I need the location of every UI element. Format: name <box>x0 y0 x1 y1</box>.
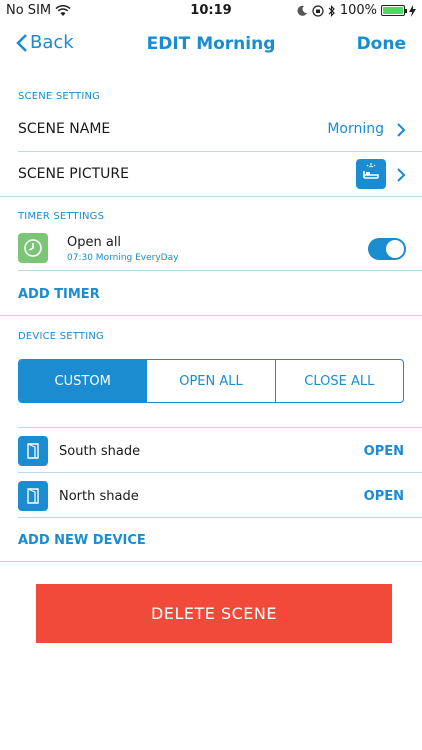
divider <box>0 315 422 316</box>
charging-icon <box>409 4 416 17</box>
device-action-button[interactable]: OPEN <box>364 489 404 504</box>
device-setting-header: DEVICE SETTING <box>18 331 104 342</box>
timer-title: Open all <box>67 235 122 250</box>
shade-icon <box>18 481 48 511</box>
device-name: North shade <box>59 489 139 504</box>
scene-name-row[interactable]: SCENE NAME Morning <box>0 121 422 151</box>
device-name: South shade <box>59 444 141 459</box>
segment-custom[interactable]: CUSTOM <box>19 360 147 402</box>
segment-open-all[interactable]: OPEN ALL <box>146 360 274 402</box>
timer-toggle[interactable] <box>368 238 406 260</box>
nav-bar: Back EDIT Morning Done <box>0 22 422 66</box>
scene-setting-header: SCENE SETTING <box>18 91 101 102</box>
battery-icon <box>381 5 407 16</box>
clock-icon <box>18 233 48 263</box>
delete-scene-button[interactable]: DELETE SCENE <box>36 584 392 643</box>
timer-row[interactable]: Open all 07:30 Morning EveryDay <box>0 233 422 270</box>
add-timer-button[interactable]: ADD TIMER <box>18 287 100 302</box>
timer-settings-header: TIMER SETTINGS <box>18 211 105 222</box>
divider <box>18 270 422 271</box>
chevron-right-icon <box>397 168 406 182</box>
divider <box>18 427 422 428</box>
orientation-lock-icon <box>312 4 324 17</box>
divider <box>18 517 422 518</box>
device-action-button[interactable]: OPEN <box>364 444 404 459</box>
add-new-device-button[interactable]: ADD NEW DEVICE <box>18 533 146 548</box>
toggle-knob <box>386 240 404 258</box>
scene-name-value: Morning <box>327 121 384 137</box>
divider <box>0 196 422 197</box>
device-row[interactable]: South shade OPEN <box>0 436 422 466</box>
done-button[interactable]: Done <box>357 34 406 54</box>
scene-picture-label: SCENE PICTURE <box>18 166 129 182</box>
scene-name-label: SCENE NAME <box>18 121 111 137</box>
status-right: 100% <box>297 3 416 18</box>
battery-percent: 100% <box>339 3 377 18</box>
device-row[interactable]: North shade OPEN <box>0 481 422 511</box>
bedroom-icon <box>356 159 386 189</box>
divider <box>0 561 422 562</box>
moon-icon <box>297 5 307 16</box>
chevron-right-icon <box>397 123 406 137</box>
device-mode-segmented-control: CUSTOM OPEN ALL CLOSE ALL <box>18 359 404 403</box>
divider <box>18 472 422 473</box>
timer-detail: 07:30 Morning EveryDay <box>67 253 179 263</box>
status-bar: No SIM 10:19 100% <box>0 0 422 22</box>
scene-picture-row[interactable]: SCENE PICTURE <box>0 159 422 196</box>
segment-close-all[interactable]: CLOSE ALL <box>274 360 403 402</box>
bluetooth-icon <box>328 4 335 17</box>
shade-icon <box>18 436 48 466</box>
divider <box>18 151 422 152</box>
